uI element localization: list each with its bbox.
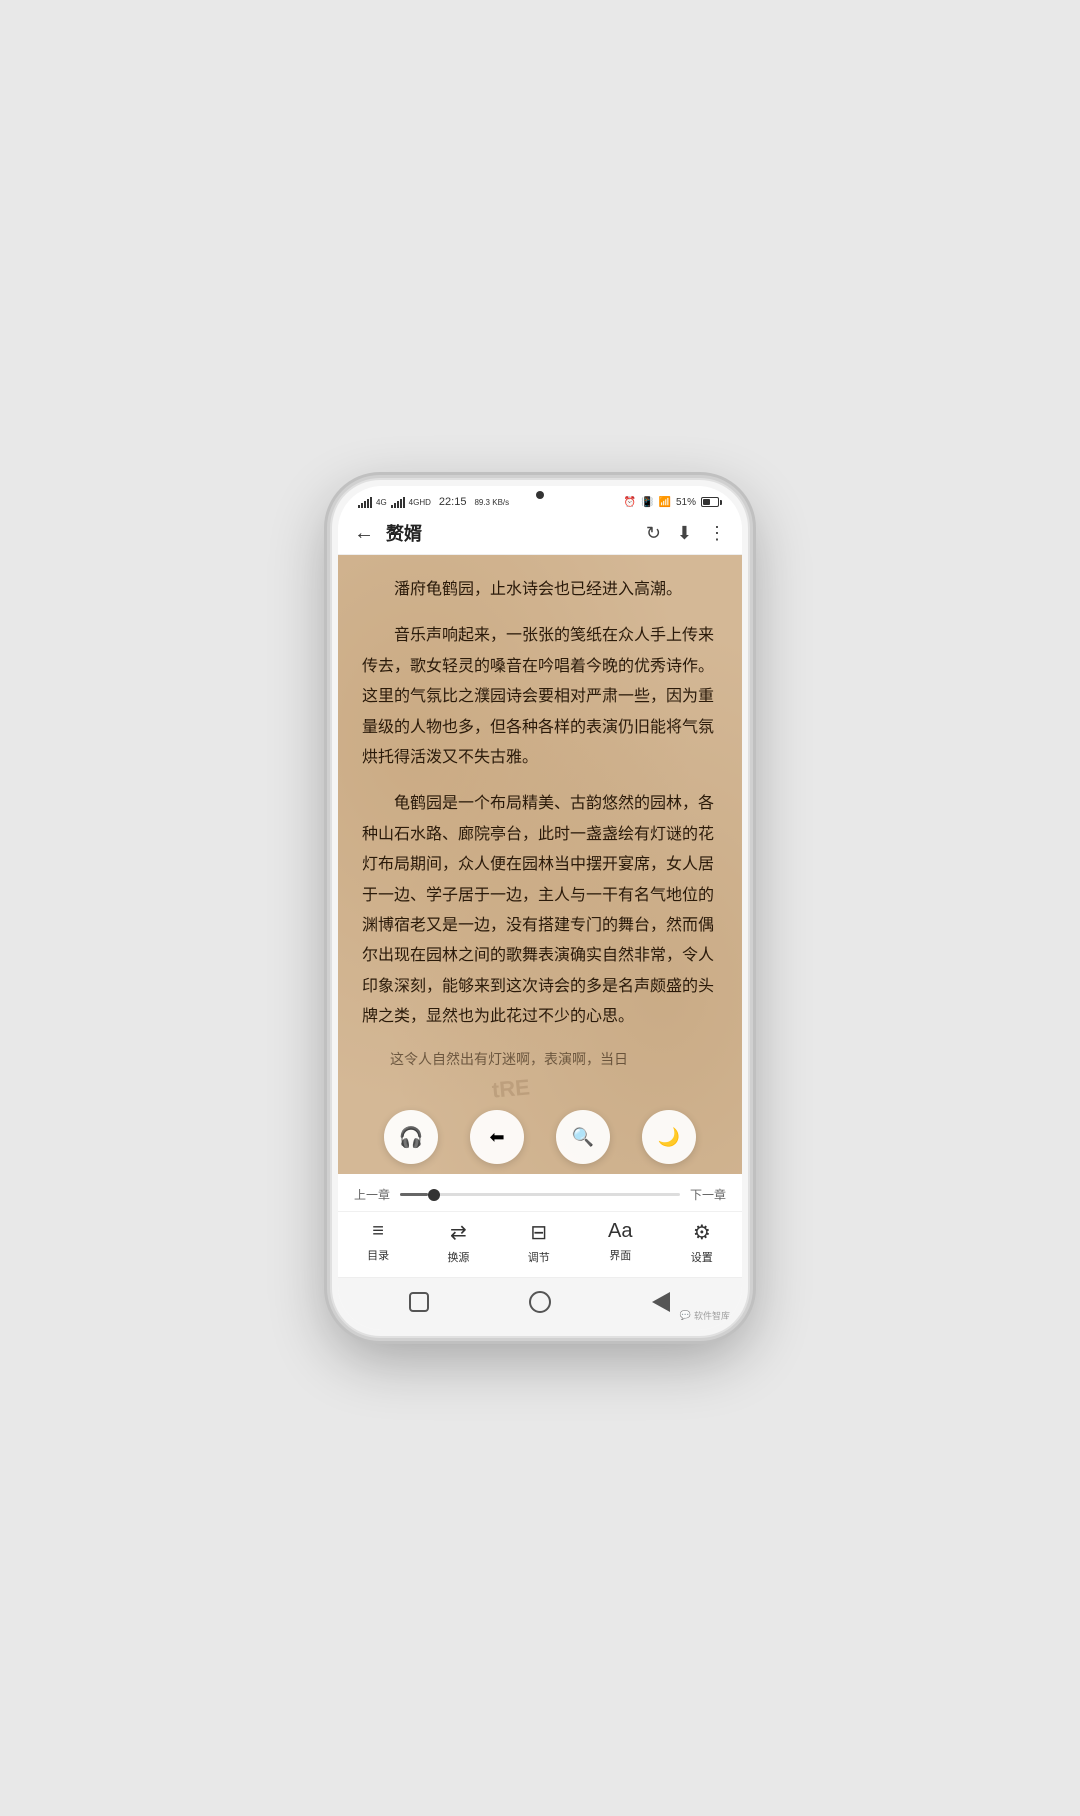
toolbar-settings[interactable]: ⚙ 设置 [691, 1220, 713, 1265]
settings-icon: ⚙ [693, 1220, 711, 1245]
square-icon [409, 1292, 429, 1312]
camera-notch [510, 486, 570, 504]
reading-content: 潘府龟鹤园，止水诗会也已经进入高潮。 音乐声响起来，一张张的笺纸在众人手上传来传… [338, 555, 742, 1174]
nav-icons: ↻ ⬇ ⋮ [646, 523, 726, 544]
next-chapter-label[interactable]: 下一章 [690, 1186, 726, 1203]
camera-dot [536, 491, 544, 499]
toolbar-adjust[interactable]: ⊟ 调节 [528, 1220, 550, 1265]
home-button[interactable] [526, 1288, 554, 1316]
phone-frame: 4G 4GHD 22:15 89.3 KB/s ⏰ 📳 📶 51% [330, 478, 750, 1338]
floating-buttons: 🎧 ⬅ 🔍 🌙 [338, 1110, 742, 1164]
speed-display: 89.3 KB/s [474, 498, 509, 507]
headphone-icon: 🎧 [399, 1125, 424, 1150]
battery-icon [701, 497, 722, 507]
recent-apps-button[interactable] [405, 1288, 433, 1316]
alarm-icon: ⏰ [624, 497, 636, 508]
ui-icon: Aa [608, 1220, 632, 1243]
ui-label: 界面 [609, 1247, 631, 1263]
toc-icon: ≡ [372, 1220, 384, 1243]
adjust-label: 调节 [528, 1249, 550, 1265]
download-button[interactable]: ⬇ [677, 523, 692, 544]
night-mode-button[interactable]: 🌙 [642, 1110, 696, 1164]
source-label: 换源 [447, 1249, 469, 1265]
back-button[interactable]: ← [354, 522, 374, 545]
reading-area[interactable]: 潘府龟鹤园，止水诗会也已经进入高潮。 音乐声响起来，一张张的笺纸在众人手上传来传… [338, 555, 742, 1174]
more-button[interactable]: ⋮ [708, 523, 726, 544]
settings-label: 设置 [691, 1249, 713, 1265]
back-nav-button[interactable] [647, 1288, 675, 1316]
toolbar: ≡ 目录 ⇄ 换源 ⊟ 调节 Aa 界面 ⚙ 设置 [338, 1211, 742, 1277]
progress-fill [400, 1193, 428, 1196]
bottom-controls: 上一章 下一章 ≡ 目录 ⇄ 换源 ⊟ 调节 [338, 1174, 742, 1330]
search-icon: 🔍 [572, 1127, 594, 1148]
source-icon: ⇄ [450, 1220, 467, 1245]
toolbar-ui[interactable]: Aa 界面 [608, 1220, 632, 1265]
toolbar-source[interactable]: ⇄ 换源 [447, 1220, 469, 1265]
status-right: ⏰ 📳 📶 51% [624, 497, 722, 508]
paragraph-1: 潘府龟鹤园，止水诗会也已经进入高潮。 [362, 575, 718, 605]
watermark-text: 软件智库 [694, 1309, 730, 1322]
audio-button[interactable]: 🎧 [384, 1110, 438, 1164]
chapter-nav: 上一章 下一章 [338, 1174, 742, 1211]
search-button[interactable]: 🔍 [556, 1110, 610, 1164]
nav-bar: ← 赘婿 ↻ ⬇ ⋮ [338, 512, 742, 555]
back-reading-button[interactable]: ⬅ [470, 1110, 524, 1164]
paragraph-4: 这令人自然出有灯迷啊，表演啊，当日 [362, 1048, 718, 1075]
watermark-icon: 💬 [680, 1310, 691, 1321]
signal-bars-2 [391, 497, 405, 508]
moon-icon: 🌙 [658, 1127, 680, 1148]
progress-bar[interactable] [400, 1193, 680, 1196]
toolbar-toc[interactable]: ≡ 目录 [367, 1220, 389, 1265]
network-type-2: 4GHD [409, 498, 431, 507]
toc-label: 目录 [367, 1247, 389, 1263]
triangle-icon [652, 1292, 670, 1312]
adjust-icon: ⊟ [530, 1220, 547, 1245]
home-nav [338, 1277, 742, 1330]
vibrate-icon: 📳 [641, 497, 653, 508]
prev-chapter-label[interactable]: 上一章 [354, 1186, 390, 1203]
time-display: 22:15 [439, 496, 467, 508]
refresh-button[interactable]: ↻ [646, 523, 661, 544]
circle-icon [529, 1291, 551, 1313]
paragraph-2: 音乐声响起来，一张张的笺纸在众人手上传来传去，歌女轻灵的嗓音在吟唱着今晚的优秀诗… [362, 621, 718, 773]
page-title: 赘婿 [386, 520, 646, 546]
signal-bars [358, 497, 372, 508]
watermark: 💬 软件智库 [680, 1309, 730, 1322]
back-arrow-icon: ⬅ [489, 1127, 504, 1148]
wifi-icon: 📶 [659, 497, 671, 508]
status-left: 4G 4GHD 22:15 89.3 KB/s [358, 496, 509, 508]
paragraph-3: 龟鹤园是一个布局精美、古韵悠然的园林，各种山石水路、廊院亭台，此时一盏盏绘有灯谜… [362, 789, 718, 1032]
progress-dot [428, 1189, 440, 1201]
network-type: 4G [376, 498, 387, 507]
phone-screen: 4G 4GHD 22:15 89.3 KB/s ⏰ 📳 📶 51% [338, 486, 742, 1330]
battery-pct: 51% [676, 497, 696, 508]
